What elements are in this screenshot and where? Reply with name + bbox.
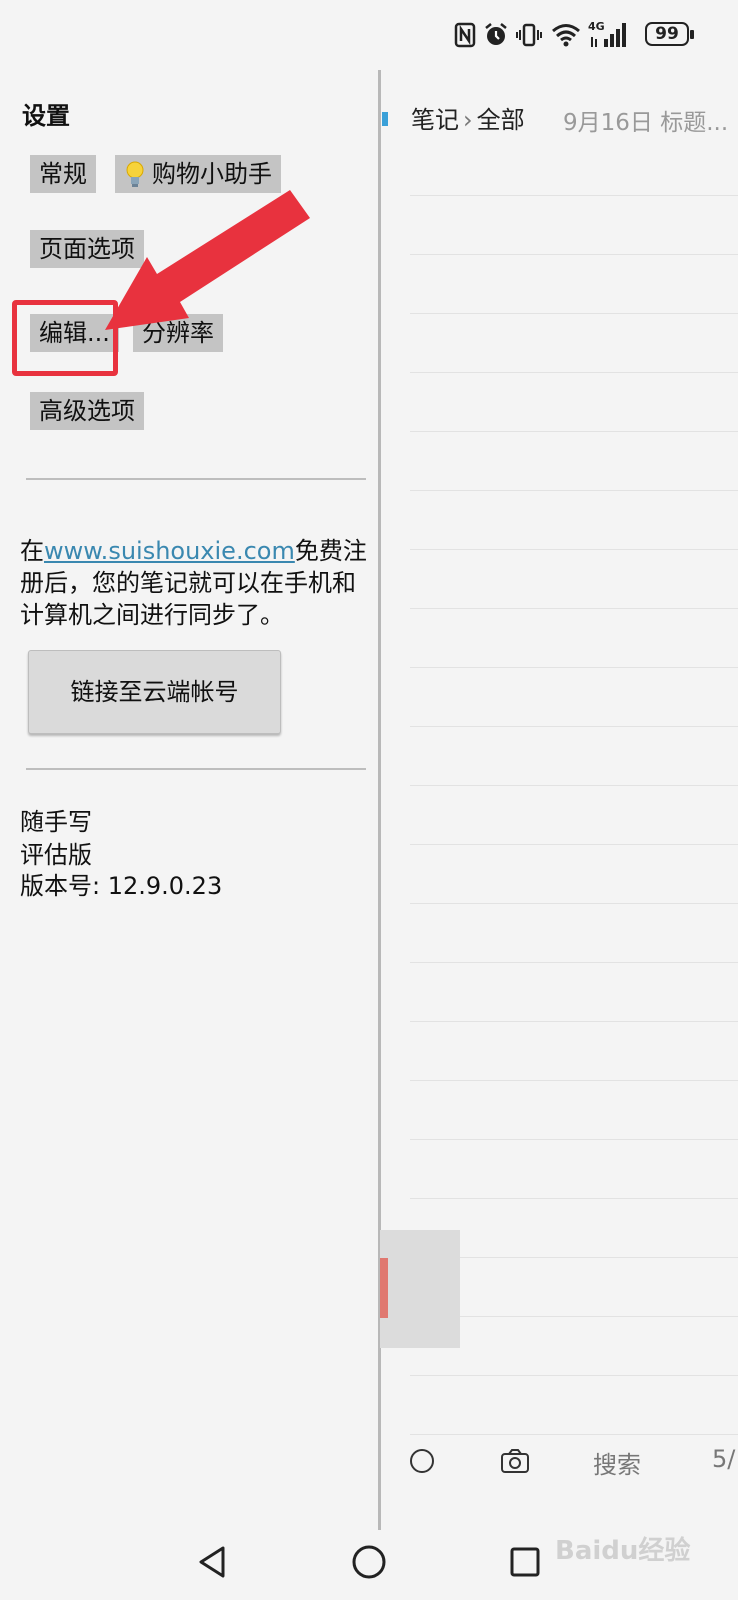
sync-info-text: 在www.suishouxie.com免费注册后，您的笔记就可以在手机和计算机之…	[20, 535, 370, 631]
ruled-line	[410, 372, 738, 373]
battery-icon: 99	[645, 22, 694, 46]
ruled-line	[410, 1434, 738, 1435]
signal-icon: 4G	[588, 20, 628, 50]
app-name: 随手写	[20, 808, 92, 836]
battery-level: 99	[655, 24, 679, 44]
menu-shopping-assistant[interactable]: 购物小助手	[115, 155, 281, 193]
back-icon[interactable]	[195, 1544, 229, 1584]
ruled-line	[410, 254, 738, 255]
nfc-icon	[452, 20, 478, 50]
menu-general[interactable]: 常规	[30, 155, 96, 193]
page-indicator: 5/	[712, 1445, 736, 1473]
ruled-line	[410, 844, 738, 845]
ruled-line	[410, 903, 738, 904]
settings-title: 设置	[22, 102, 70, 130]
ruled-line	[410, 490, 738, 491]
record-circle-button[interactable]	[410, 1449, 434, 1473]
ruled-line	[410, 431, 738, 432]
sync-prefix: 在	[20, 537, 44, 565]
ruled-line	[410, 1021, 738, 1022]
ruled-line	[410, 667, 738, 668]
link-cloud-account-button[interactable]: 链接至云端帐号	[28, 650, 281, 734]
ruled-line	[410, 313, 738, 314]
menu-advanced[interactable]: 高级选项	[30, 392, 144, 430]
wifi-icon	[550, 20, 582, 50]
note-date-title: 9月16日 标题...	[563, 110, 729, 136]
ruled-line	[410, 726, 738, 727]
watermark: Baidu经验	[555, 1536, 691, 1566]
ruled-line	[410, 1198, 738, 1199]
divider	[26, 768, 366, 770]
home-icon[interactable]	[351, 1544, 387, 1584]
camera-icon[interactable]	[500, 1448, 530, 1478]
breadcrumb-notes[interactable]: 笔记	[411, 106, 459, 134]
alarm-icon	[482, 20, 510, 50]
vibrate-icon	[514, 20, 544, 50]
breadcrumb-all[interactable]: 全部	[477, 106, 525, 134]
ruled-line	[410, 1375, 738, 1376]
ruled-line	[410, 1139, 738, 1140]
divider	[26, 478, 366, 480]
search-button[interactable]: 搜索	[593, 1445, 641, 1480]
panel-edge-marker	[382, 112, 388, 126]
breadcrumb: 笔记 › 全部	[411, 100, 525, 135]
app-version: 版本号: 12.9.0.23	[20, 872, 223, 900]
arrow-annotation	[105, 190, 310, 330]
chevron-right-icon: ›	[463, 106, 473, 134]
website-link[interactable]: www.suishouxie.com	[44, 537, 295, 565]
lightbulb-icon	[124, 159, 146, 189]
ruled-line	[410, 608, 738, 609]
ruled-line	[410, 1080, 738, 1081]
ruled-line	[410, 785, 738, 786]
app-edition: 评估版	[20, 841, 92, 869]
ruled-line	[410, 549, 738, 550]
ruled-line	[410, 962, 738, 963]
scroll-position-marker	[380, 1258, 388, 1318]
highlight-box	[12, 300, 118, 376]
menu-shopping-assistant-label: 购物小助手	[152, 160, 272, 188]
scroll-handle[interactable]	[380, 1230, 460, 1348]
status-bar: 4G 99	[0, 0, 738, 70]
recent-apps-icon[interactable]	[508, 1544, 542, 1584]
ruled-line	[410, 195, 738, 196]
network-label: 4G	[588, 20, 605, 33]
